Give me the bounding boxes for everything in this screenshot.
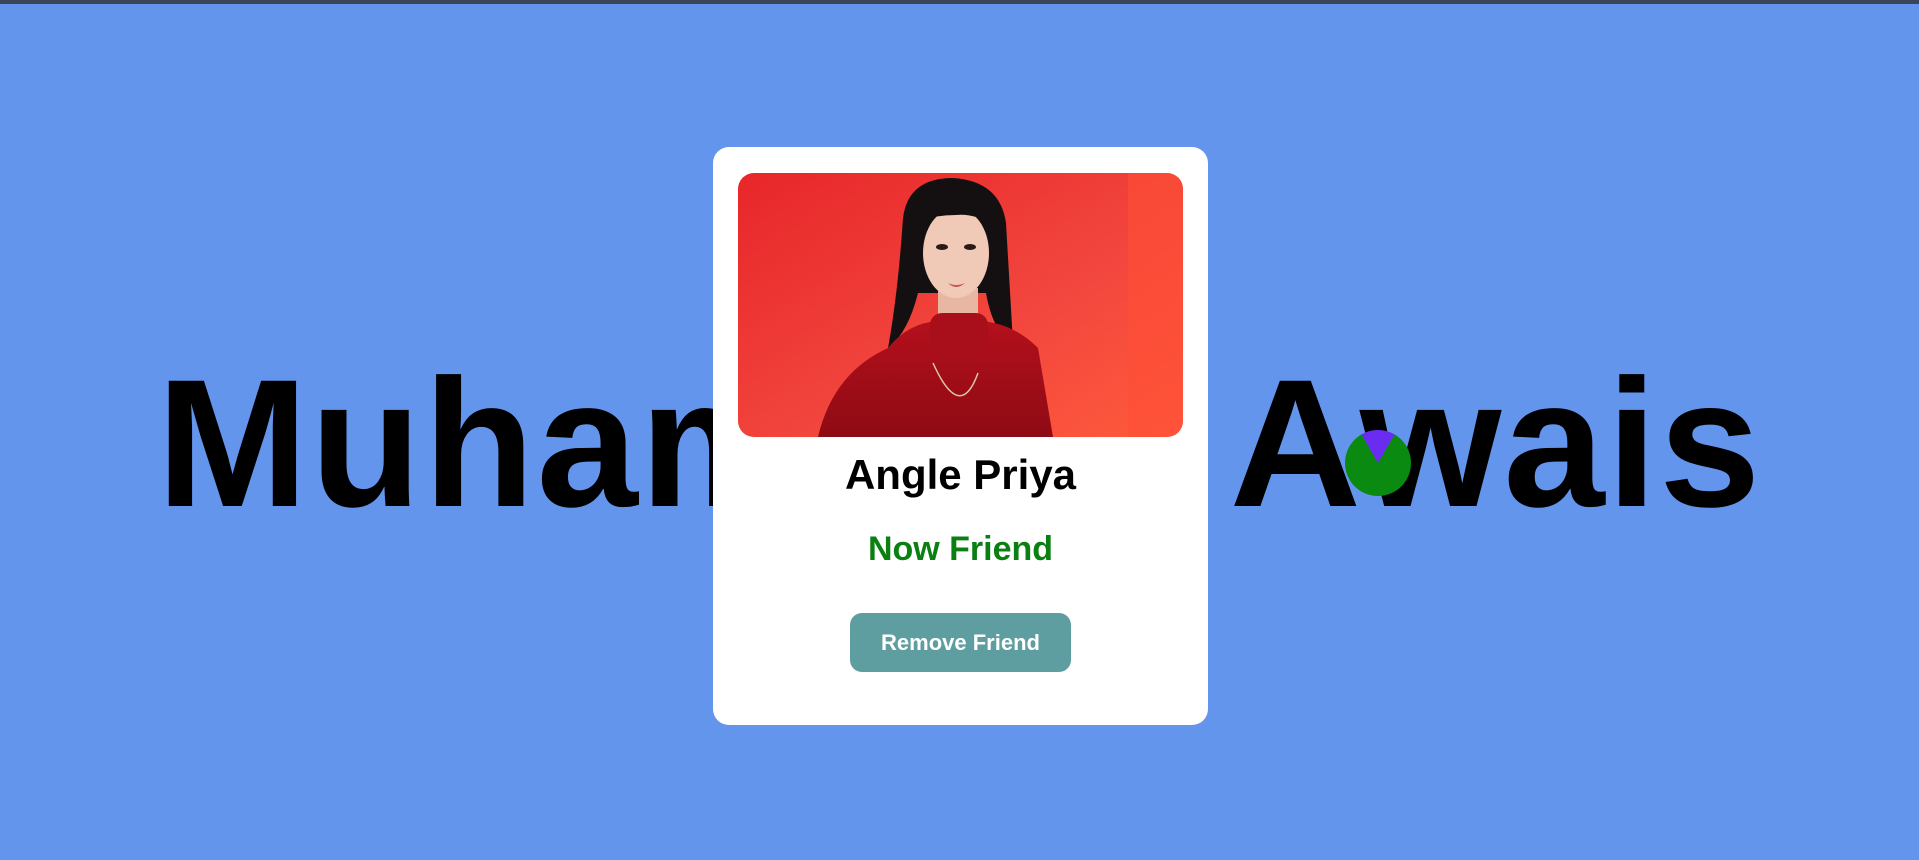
remove-friend-button[interactable]: Remove Friend bbox=[850, 613, 1071, 672]
cursor-indicator-icon bbox=[1345, 430, 1411, 496]
profile-name: Angle Priya bbox=[844, 451, 1077, 498]
top-border bbox=[0, 0, 1919, 4]
profile-photo bbox=[738, 173, 1183, 437]
friend-status-label: Now Friend bbox=[867, 530, 1054, 568]
profile-card: Angle Priya Now Friend Remove Friend bbox=[713, 147, 1208, 725]
